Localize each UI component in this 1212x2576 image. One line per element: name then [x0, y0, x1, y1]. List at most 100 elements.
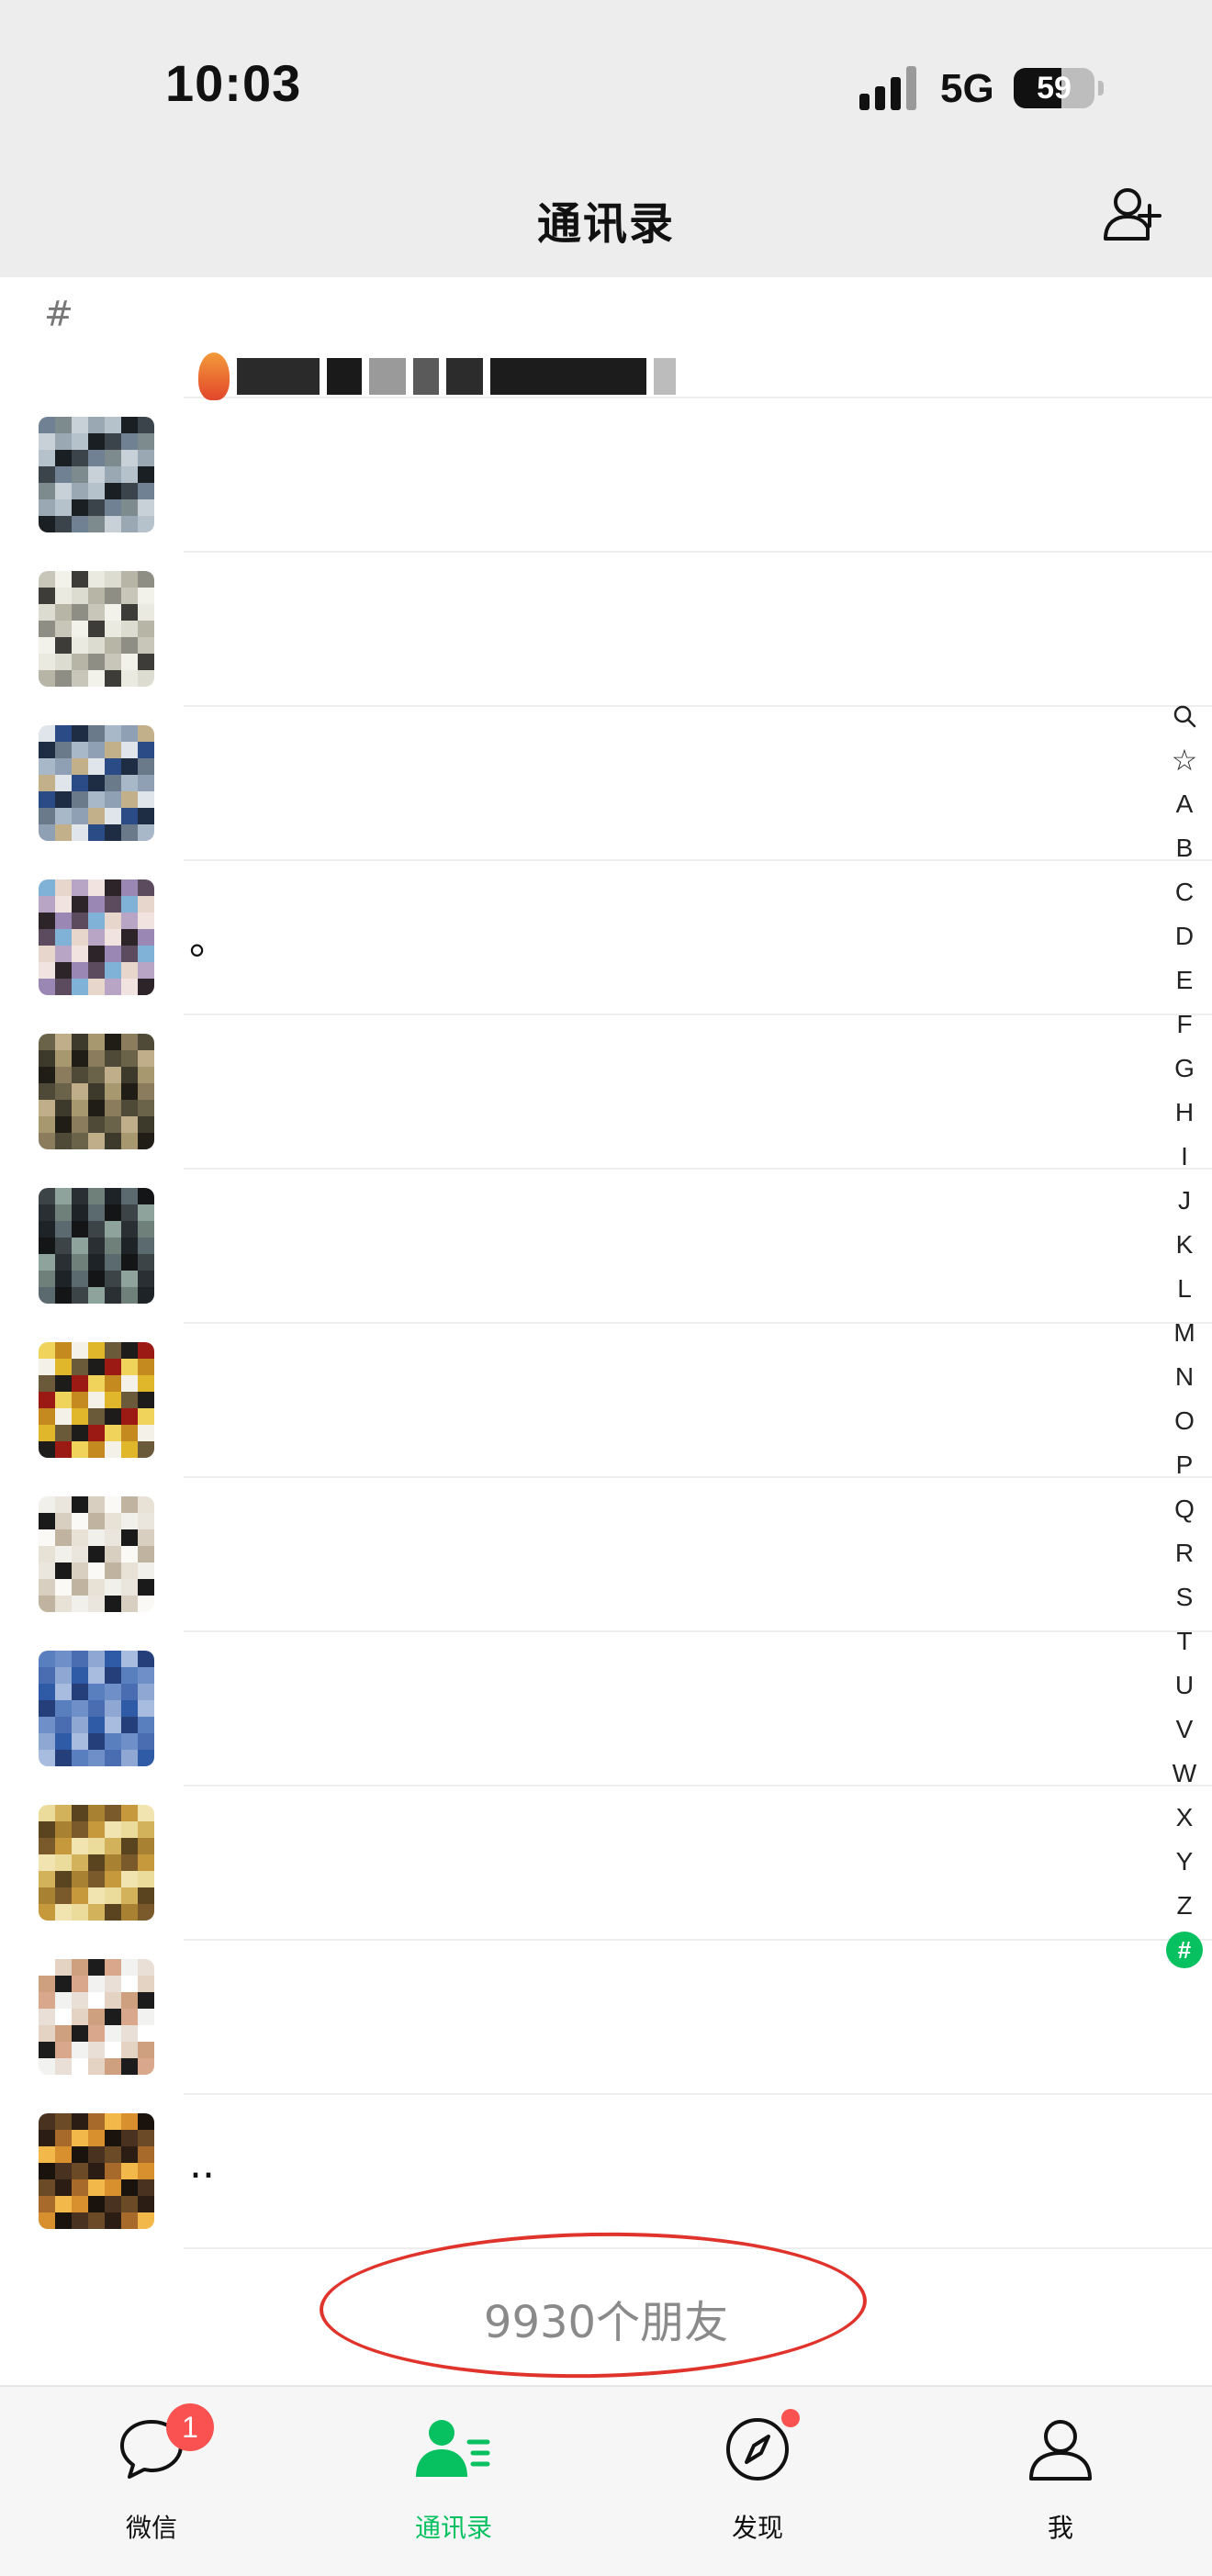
contact-row[interactable]: [0, 1168, 1212, 1322]
index-letter[interactable]: #: [1166, 1932, 1203, 1968]
contact-row[interactable]: [0, 705, 1212, 859]
tab-label: 发现: [731, 2513, 783, 2543]
row-divider: [184, 1322, 1212, 1324]
tab-label: 微信: [125, 2513, 177, 2543]
battery-cap: [1098, 81, 1104, 95]
index-letter[interactable]: M: [1166, 1311, 1203, 1355]
avatar[interactable]: [39, 417, 154, 532]
avatar[interactable]: [39, 1188, 154, 1304]
avatar[interactable]: [39, 1651, 154, 1766]
row-divider: [184, 1630, 1212, 1632]
index-letter[interactable]: O: [1166, 1399, 1203, 1443]
pixelated-avatar-image: [39, 571, 154, 687]
row-divider: [184, 859, 1212, 861]
avatar[interactable]: [39, 571, 154, 687]
index-letter[interactable]: V: [1166, 1708, 1203, 1752]
section-header: #: [44, 294, 73, 334]
contact-row[interactable]: [0, 551, 1212, 705]
contact-row[interactable]: [0, 397, 1212, 551]
unread-badge: 1: [166, 2403, 214, 2451]
avatar[interactable]: [39, 1034, 154, 1149]
tab-discover[interactable]: 发现: [666, 2405, 849, 2543]
index-letter[interactable]: S: [1166, 1575, 1203, 1619]
tab-label: 通讯录: [414, 2513, 492, 2543]
pixelated-avatar-image: [39, 1342, 154, 1458]
row-divider: [184, 1014, 1212, 1015]
person-icon: [1029, 2420, 1092, 2481]
index-letter[interactable]: E: [1166, 958, 1203, 1002]
index-letter[interactable]: R: [1166, 1531, 1203, 1575]
row-divider: [184, 1168, 1212, 1170]
index-letter[interactable]: G: [1166, 1047, 1203, 1091]
index-star-icon[interactable]: ☆: [1166, 738, 1203, 782]
contact-row[interactable]: [0, 1785, 1212, 1939]
status-bar: 10:03 5G 59: [0, 0, 1212, 174]
contact-row[interactable]: [0, 1939, 1212, 2093]
row-divider: [184, 1785, 1212, 1786]
pixelated-avatar-image: [39, 2113, 154, 2229]
index-letter[interactable]: I: [1166, 1135, 1203, 1179]
compass-icon: [726, 2418, 789, 2481]
contact-row[interactable]: [0, 1014, 1212, 1168]
avatar[interactable]: [39, 1959, 154, 2075]
contact-list: 。..: [0, 397, 1212, 2247]
avatar[interactable]: [39, 725, 154, 841]
tab-me[interactable]: 我: [969, 2405, 1152, 2543]
avatar[interactable]: [39, 879, 154, 995]
contact-name: ..: [189, 2141, 215, 2188]
redacted-name: [198, 353, 676, 400]
page-title: 通讯录: [536, 198, 675, 250]
pixelated-avatar-image: [39, 1959, 154, 2075]
index-letter[interactable]: Z: [1166, 1884, 1203, 1928]
index-letter[interactable]: H: [1166, 1091, 1203, 1135]
new-content-dot: [781, 2409, 800, 2427]
tab-bar: 1 微信 通讯录 发现 我: [0, 2385, 1212, 2576]
row-divider: [184, 1939, 1212, 1941]
avatar[interactable]: [39, 1496, 154, 1612]
index-letter[interactable]: Y: [1166, 1840, 1203, 1884]
index-letter[interactable]: W: [1166, 1752, 1203, 1796]
index-letter[interactable]: C: [1166, 870, 1203, 914]
avatar[interactable]: [39, 2113, 154, 2229]
pixelated-avatar-image: [39, 417, 154, 532]
pixelated-avatar-image: [39, 725, 154, 841]
index-letter[interactable]: D: [1166, 914, 1203, 958]
add-contact-icon[interactable]: [1100, 182, 1168, 250]
add-contact-icon-graphic: [1104, 188, 1162, 241]
status-time: 10:03: [165, 54, 302, 112]
contact-row[interactable]: ..: [0, 2093, 1212, 2247]
pixelated-avatar-image: [39, 1188, 154, 1304]
contact-row[interactable]: 。: [0, 859, 1212, 1014]
index-letter[interactable]: J: [1166, 1179, 1203, 1223]
red-circle-annotation: [318, 2227, 869, 2383]
signal-icon: [859, 66, 924, 110]
index-letter[interactable]: F: [1166, 1002, 1203, 1047]
index-letter[interactable]: N: [1166, 1355, 1203, 1399]
index-letter[interactable]: B: [1166, 826, 1203, 870]
alphabet-index-bar[interactable]: ☆ A B C D E F G H I J K L M N O P Q R S T U V W X Y Z #: [1166, 694, 1203, 1972]
avatar[interactable]: [39, 1805, 154, 1921]
contacts-icon: [416, 2420, 490, 2477]
index-letter[interactable]: P: [1166, 1443, 1203, 1487]
index-search-icon[interactable]: [1166, 694, 1203, 738]
row-divider: [184, 551, 1212, 553]
avatar[interactable]: [39, 1342, 154, 1458]
index-letter[interactable]: U: [1166, 1663, 1203, 1708]
index-letter[interactable]: X: [1166, 1796, 1203, 1840]
row-divider: [184, 2093, 1212, 2095]
index-letter[interactable]: A: [1166, 782, 1203, 826]
contact-row[interactable]: [0, 1476, 1212, 1630]
index-letter[interactable]: K: [1166, 1223, 1203, 1267]
battery-icon: 59: [1014, 68, 1094, 108]
pixelated-avatar-image: [39, 1034, 154, 1149]
tab-chats[interactable]: 1 微信: [60, 2403, 243, 2543]
row-divider: [184, 705, 1212, 707]
index-letter[interactable]: Q: [1166, 1487, 1203, 1531]
index-letter[interactable]: L: [1166, 1267, 1203, 1311]
pixelated-avatar-image: [39, 879, 154, 995]
index-letter[interactable]: T: [1166, 1619, 1203, 1663]
contact-name: 。: [189, 917, 230, 964]
contact-row[interactable]: [0, 1322, 1212, 1476]
tab-contacts[interactable]: 通讯录: [362, 2405, 545, 2543]
contact-row[interactable]: [0, 1630, 1212, 1785]
